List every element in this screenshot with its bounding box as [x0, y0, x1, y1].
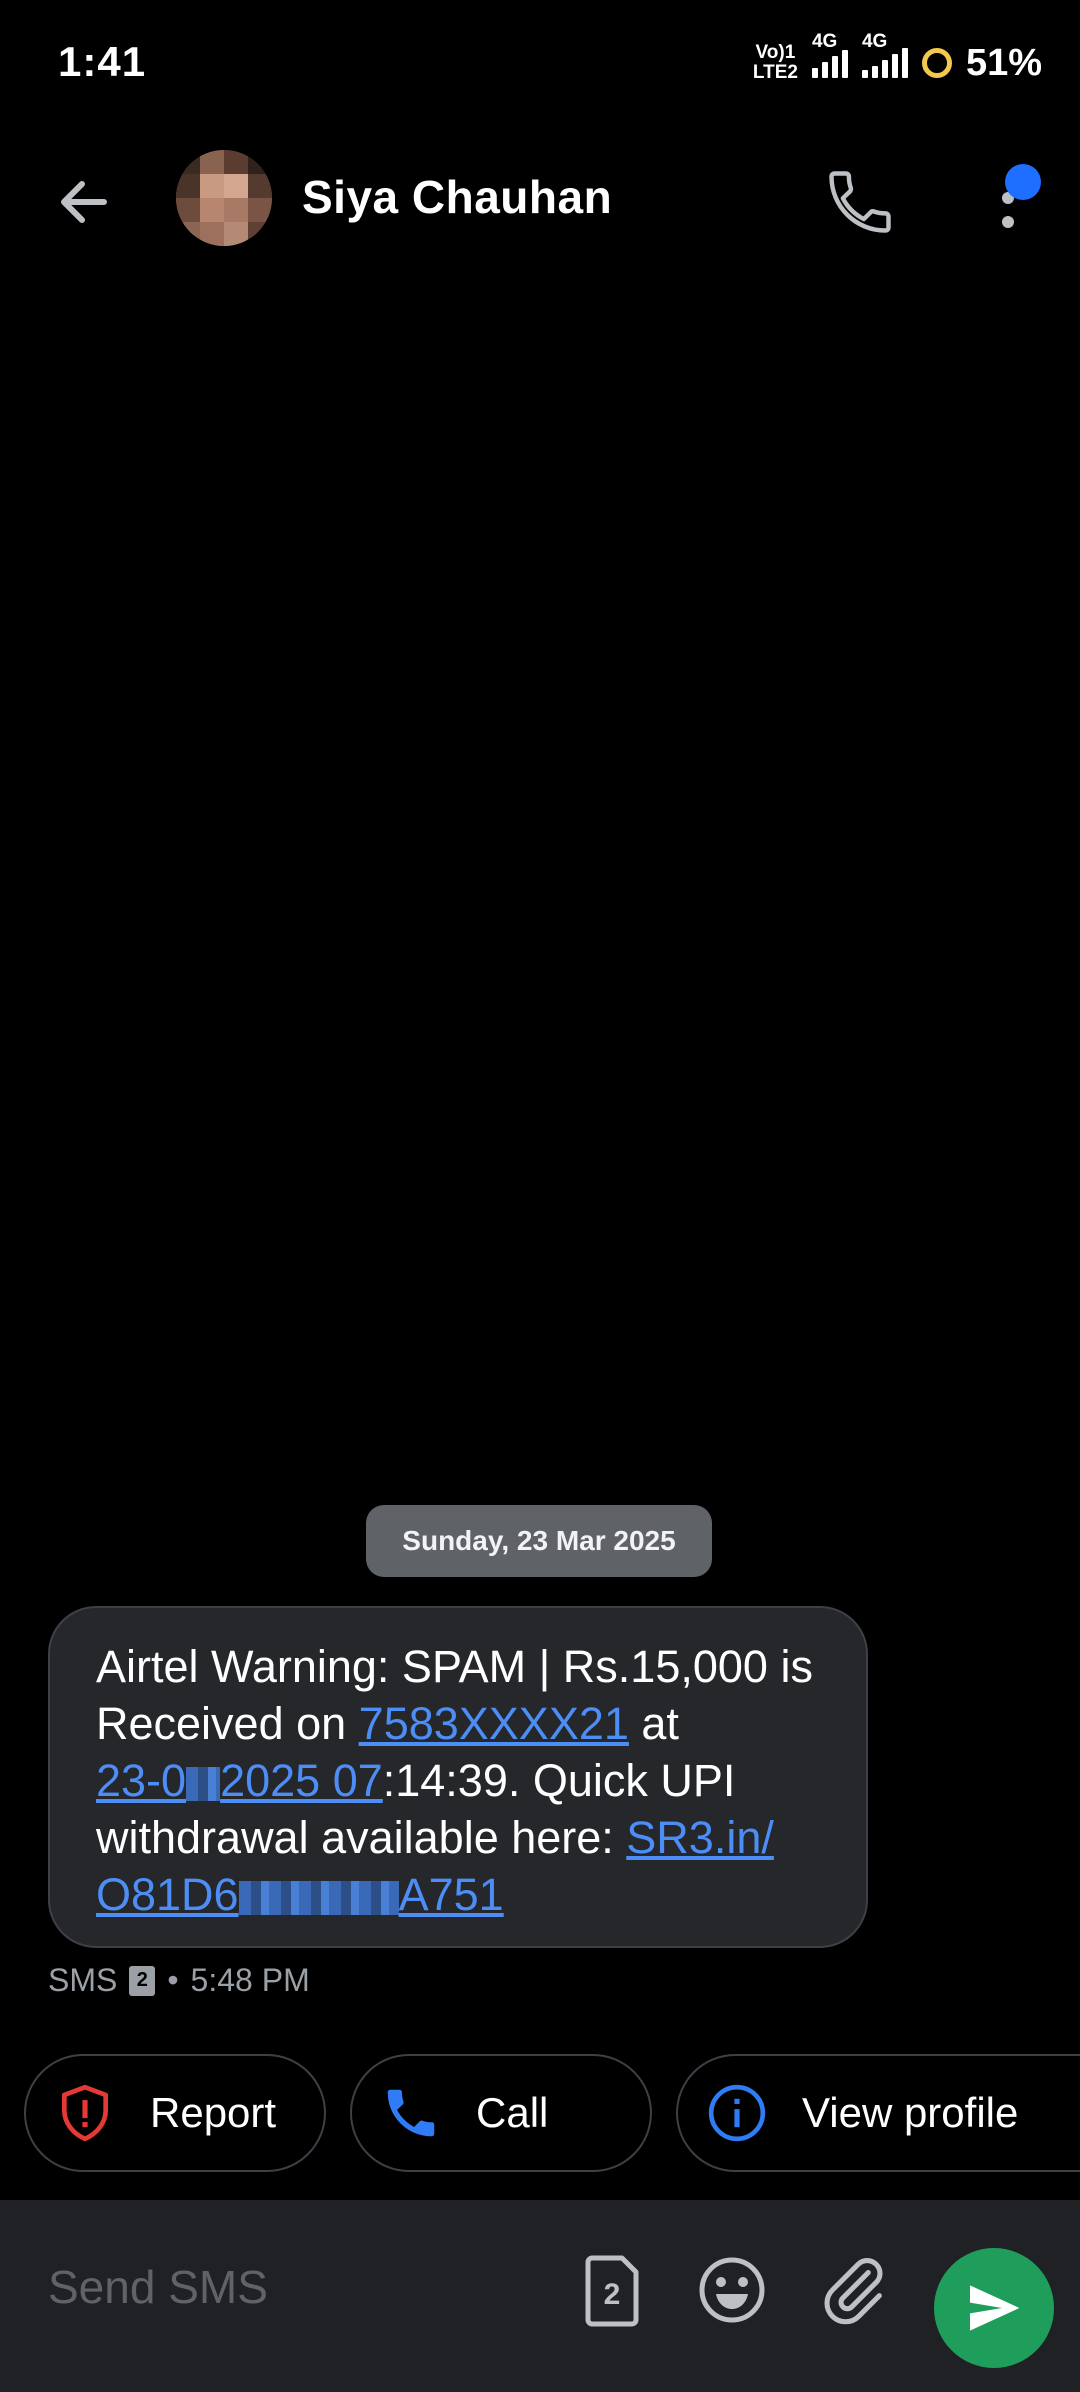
sim-select-number: 2: [604, 2278, 621, 2311]
signal-bars-icon: [811, 48, 848, 78]
attachment-icon[interactable]: [816, 2252, 892, 2328]
message-bubble[interactable]: Airtel Warning: SPAM | Rs.15,000 is Rece…: [48, 1606, 868, 1948]
signal-sim1: 4G: [811, 32, 848, 78]
contact-name[interactable]: Siya Chauhan: [302, 170, 612, 224]
battery-level: 51%: [965, 41, 1042, 84]
volte-indicator: Vo)1 LTE2: [752, 42, 798, 83]
message-time: 5:48 PM: [190, 1962, 310, 1998]
network-type-label: 4G: [861, 31, 888, 52]
status-time: 1:41: [58, 38, 147, 85]
status-indicators: Vo)1 LTE2 4G 4G 51%: [752, 32, 1042, 88]
view-profile-button[interactable]: View profile: [676, 2054, 1080, 2172]
phone-icon[interactable]: [822, 164, 898, 240]
conversation-header: Siya Chauhan: [0, 140, 1080, 260]
send-button[interactable]: [934, 2248, 1054, 2368]
date-separator: Sunday, 23 Mar 2025: [366, 1505, 712, 1577]
report-button[interactable]: Report: [24, 2054, 326, 2172]
emoji-icon[interactable]: [694, 2252, 770, 2328]
battery-icon: [921, 48, 952, 78]
suggestion-actions: Report Call View profile: [24, 2054, 1080, 2174]
message-text: at: [628, 1698, 679, 1749]
back-arrow-icon[interactable]: [52, 170, 116, 234]
report-label: Report: [150, 2089, 277, 2136]
signal-bars-icon: [861, 48, 908, 78]
info-icon: [708, 2084, 766, 2142]
call-label: Call: [476, 2089, 549, 2136]
status-bar: 1:41 Vo)1 LTE2 4G 4G 51%: [0, 0, 1080, 130]
phone-icon: [387, 2089, 435, 2137]
phone-number-link[interactable]: 7583XXXX21: [359, 1698, 629, 1749]
message-input[interactable]: Send SMS: [48, 2260, 268, 2314]
composer-bar: Send SMS 2: [0, 2200, 1080, 2392]
notification-badge: [1005, 164, 1041, 200]
message-type: SMS: [48, 1962, 118, 1998]
redacted-block: [238, 1881, 399, 1916]
avatar[interactable]: [176, 150, 272, 246]
sim-icon: 2: [129, 1965, 156, 1996]
view-profile-label: View profile: [802, 2089, 1019, 2136]
sim-select-icon[interactable]: 2: [576, 2252, 646, 2328]
signal-sim2: 4G: [861, 32, 908, 78]
redacted-block: [186, 1767, 221, 1802]
call-button[interactable]: Call: [350, 2054, 652, 2172]
date-link[interactable]: 23-0 2025 07: [96, 1755, 383, 1806]
send-icon: [970, 2285, 1020, 2331]
network-type-label: 4G: [811, 31, 838, 52]
shield-alert-icon: [62, 2084, 108, 2142]
message-meta: SMS 2 • 5:48 PM: [48, 1962, 310, 1999]
meta-separator: •: [167, 1962, 179, 1998]
